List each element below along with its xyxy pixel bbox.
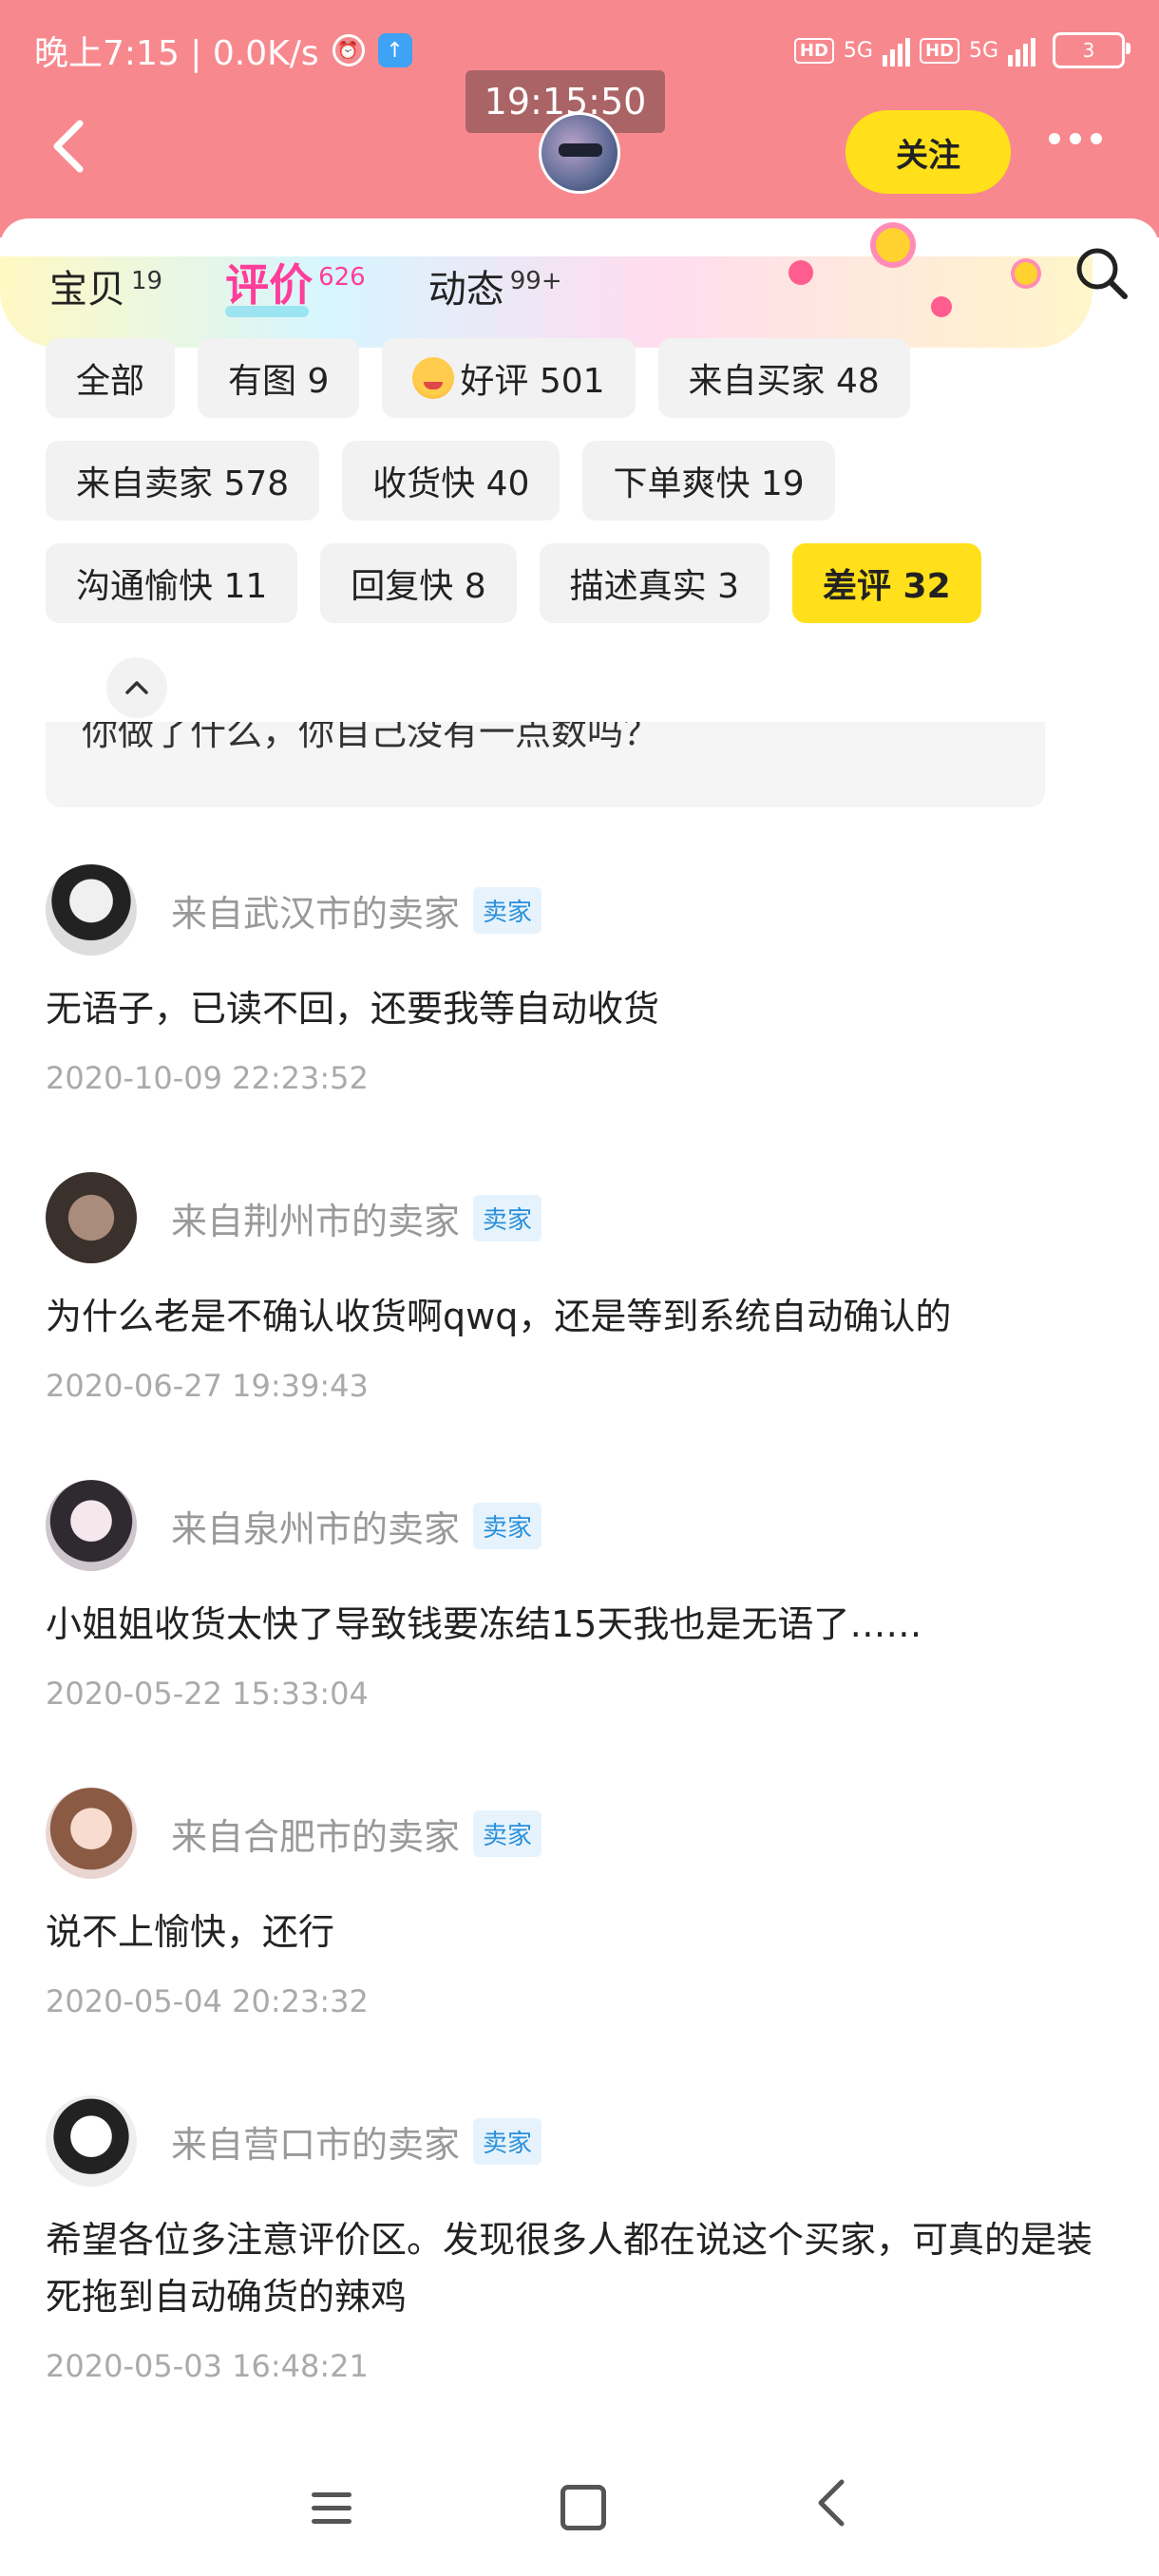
- filter-chip[interactable]: 下单爽快 19: [582, 441, 835, 521]
- network-label: 5G: [843, 38, 873, 63]
- filter-chip-positive[interactable]: 好评 501: [382, 338, 636, 418]
- review-text: 无语子，已读不回，还要我等自动收货: [46, 988, 660, 1030]
- avatar[interactable]: [46, 1172, 137, 1263]
- back-button[interactable]: [49, 118, 106, 184]
- filter-chip[interactable]: 沟通愉快 11: [46, 543, 298, 623]
- seller-badge: 卖家: [473, 2117, 542, 2165]
- smile-emoji-icon: [412, 357, 455, 399]
- battery-icon: 3: [1053, 32, 1130, 68]
- content-card: 宝贝 19 评价 626 动态 99+ 全部 有图 9 好评 501 来自买家 48 …: [0, 218, 1159, 2576]
- avatar[interactable]: [46, 1788, 137, 1879]
- avatar[interactable]: [46, 1480, 137, 1571]
- seller-badge: 卖家: [473, 886, 542, 934]
- review-item: 来自泉州市的卖家 卖家 小姐姐收货太快了导致钱要冻结15天我也是无语了…… 20…: [46, 1480, 1119, 1788]
- status-time-network: 晚上7:15 | 0.0K/s: [34, 34, 319, 73]
- review-time: 2020-05-22 15:33:04: [46, 1676, 369, 1712]
- avatar[interactable]: [46, 864, 137, 956]
- review-list: 来自武汉市的卖家 卖家 无语子，已读不回，还要我等自动收货 2020-10-09…: [46, 864, 1119, 2384]
- heart-decoration-icon: [788, 260, 813, 285]
- review-item: 来自武汉市的卖家 卖家 无语子，已读不回，还要我等自动收货 2020-10-09…: [46, 864, 1119, 1172]
- filter-chip-negative[interactable]: 差评 32: [791, 543, 981, 623]
- filter-chip[interactable]: 描述真实 3: [539, 543, 770, 623]
- review-item: 来自营口市的卖家 卖家 希望各位多注意评价区。发现很多人都在说这个买家，可真的是…: [46, 2095, 1119, 2384]
- filter-chip[interactable]: 全部: [46, 338, 176, 418]
- app-header: 晚上7:15 | 0.0K/s ⏰ ↑ HD 5G HD 5G 3 19:15:…: [0, 0, 1159, 237]
- review-text: 希望各位多注意评价区。发现很多人都在说这个买家，可真的是装死拖到自动确货的辣鸡: [46, 2219, 1093, 2318]
- filter-chip[interactable]: 有图 9: [198, 338, 360, 418]
- network-label-2: 5G: [968, 38, 998, 63]
- filter-chip[interactable]: 来自卖家 578: [46, 441, 320, 521]
- menu-icon[interactable]: [312, 2491, 352, 2524]
- hd-badge-2: HD: [919, 37, 960, 64]
- reviewer-name: 来自泉州市的卖家: [171, 1507, 461, 1550]
- filter-chip[interactable]: 收货快 40: [342, 441, 560, 521]
- shop-avatar[interactable]: [539, 112, 620, 194]
- alarm-icon: ⏰: [332, 34, 365, 66]
- filter-chips: 全部 有图 9 好评 501 来自买家 48 来自卖家 578 收货快 40 下…: [46, 338, 1119, 646]
- back-nav-icon[interactable]: [815, 2478, 847, 2537]
- review-text: 小姐姐收货太快了导致钱要冻结15天我也是无语了……: [46, 1603, 922, 1645]
- review-time: 2020-05-04 20:23:32: [46, 1983, 369, 2019]
- avatar[interactable]: [46, 2095, 137, 2187]
- upload-icon: ↑: [377, 33, 412, 67]
- system-nav-bar: [0, 2451, 1159, 2565]
- review-item: 来自合肥市的卖家 卖家 说不上愉快，还行 2020-05-04 20:23:32: [46, 1788, 1119, 2095]
- review-time: 2020-05-03 16:48:21: [46, 2348, 369, 2384]
- seller-badge: 卖家: [473, 1809, 542, 1857]
- signal-icon: [882, 34, 910, 66]
- more-button[interactable]: [1049, 133, 1102, 144]
- filter-chip[interactable]: 回复快 8: [320, 543, 517, 623]
- seller-badge: 卖家: [473, 1194, 542, 1241]
- more-dots-icon: [1049, 133, 1060, 144]
- reviewer-name: 来自荆州市的卖家: [171, 1200, 461, 1242]
- heart-decoration-icon: [931, 296, 952, 317]
- follow-button[interactable]: 关注: [846, 110, 1011, 194]
- review-time: 2020-10-09 22:23:52: [46, 1060, 369, 1096]
- seller-badge: 卖家: [473, 1502, 542, 1549]
- reviewer-name: 来自营口市的卖家: [171, 2123, 461, 2166]
- collapse-button[interactable]: [106, 657, 167, 718]
- status-bar: 晚上7:15 | 0.0K/s ⏰ ↑ HD 5G HD 5G 3: [34, 25, 1130, 76]
- search-icon[interactable]: [1074, 245, 1130, 302]
- flower-decoration-icon: [1015, 262, 1037, 285]
- flower-decoration-icon: [876, 228, 910, 262]
- signal-icon-2: [1008, 34, 1036, 66]
- tab-reviews[interactable]: 评价 626: [225, 251, 366, 317]
- review-item: 来自荆州市的卖家 卖家 为什么老是不确认收货啊qwq，还是等到系统自动确认的 2…: [46, 1172, 1119, 1480]
- review-text: 说不上愉快，还行: [46, 1911, 335, 1953]
- review-text: 为什么老是不确认收货啊qwq，还是等到系统自动确认的: [46, 1296, 952, 1337]
- tab-bar: 宝贝 19 评价 626 动态 99+: [49, 251, 562, 317]
- home-icon[interactable]: [560, 2485, 606, 2530]
- filter-chip[interactable]: 来自买家 48: [657, 338, 910, 418]
- review-time: 2020-06-27 19:39:43: [46, 1368, 369, 1404]
- tab-items[interactable]: 宝贝 19: [49, 258, 162, 313]
- reviewer-name: 来自武汉市的卖家: [171, 892, 461, 935]
- chevron-left-icon: [53, 120, 84, 173]
- hd-badge: HD: [793, 37, 834, 64]
- chevron-up-icon: [125, 681, 148, 694]
- tab-updates[interactable]: 动态 99+: [428, 258, 562, 313]
- reviewer-name: 来自合肥市的卖家: [171, 1815, 461, 1858]
- pinned-review-snippet: 你做了什么，你自己没有一点数吗？: [46, 722, 1045, 807]
